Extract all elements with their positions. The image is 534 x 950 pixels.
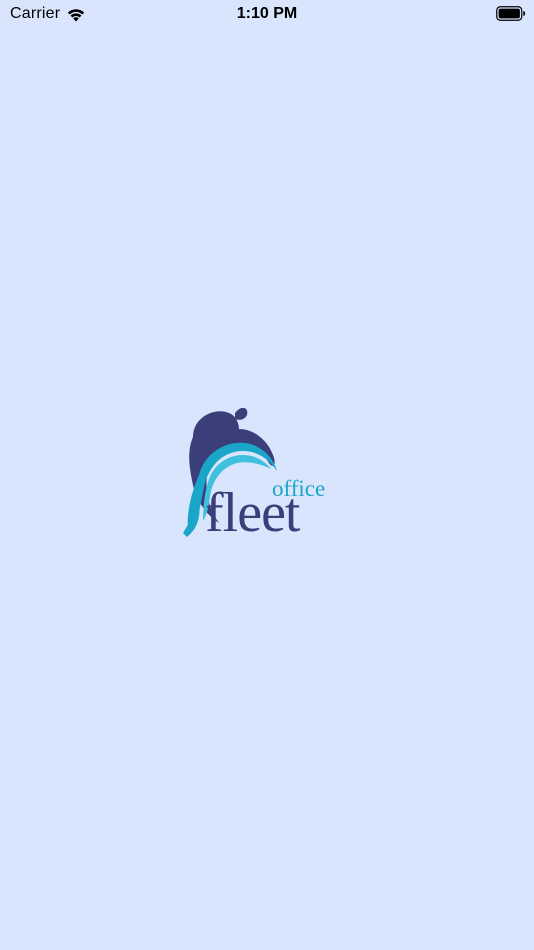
status-bar: Carrier 1:10 PM (0, 0, 534, 30)
office-fleet-logo: office fleet (175, 405, 360, 545)
battery-icon (496, 6, 526, 21)
logo-text-fleet: fleet (205, 482, 301, 544)
office-fleet-dolphin-logo-icon: office fleet (183, 407, 325, 544)
status-time: 1:10 PM (236, 5, 298, 22)
